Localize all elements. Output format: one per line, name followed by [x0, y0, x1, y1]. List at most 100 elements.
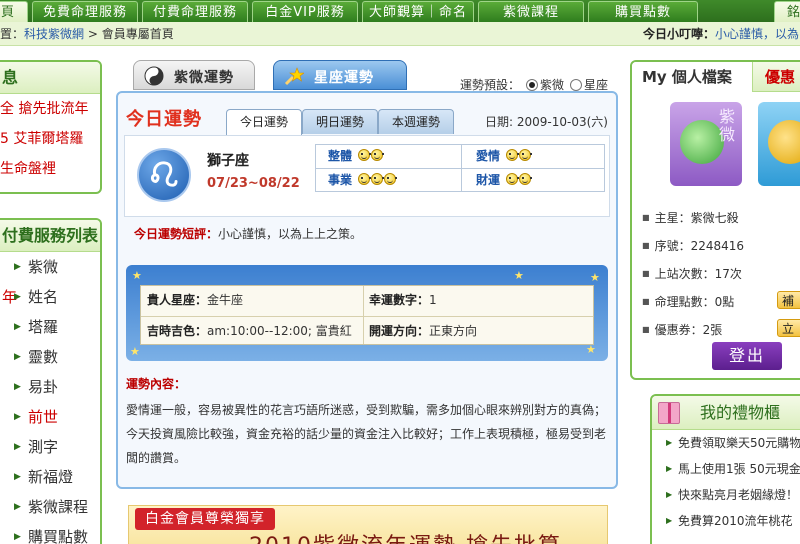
- smiley-icon: [519, 173, 533, 185]
- sparkle-icon: ★: [590, 271, 600, 284]
- noble-sign: 貴人星座：金牛座: [141, 286, 243, 315]
- paid-services-list: ▶ 紫微年 ▶ 姓名 ▶ 塔羅 ▶ 靈數 ▶ 易卦 ▶ 前世 ▶ 測字 ▶ 新福燈 ▶ 紫微課程 ▶ 購買點數: [0, 252, 100, 544]
- lucky-info-table: 貴人星座：金牛座 幸運數字：1 吉時吉色：am:10:00--12:00; 富貴…: [140, 285, 594, 345]
- gift-item-label: 免費算2010流年桃花: [678, 514, 793, 528]
- service-item[interactable]: ▶ 新福燈: [0, 462, 100, 492]
- bullet-icon: ▶: [666, 490, 673, 499]
- vip-banner[interactable]: 白金會員尊榮獨享 2010紫微流年運勢 搶先批算: [128, 505, 608, 544]
- bullet-icon: ▶: [14, 382, 21, 392]
- tab-tomorrow[interactable]: 明日運勢: [302, 109, 378, 134]
- profile-row-value: 紫微七殺: [690, 211, 739, 225]
- lucky-number-label: 幸運數字：: [369, 293, 430, 307]
- tab-ziwei-fortune[interactable]: 紫微運勢: [133, 60, 255, 90]
- fortune-default-label: 運勢預設：: [460, 78, 521, 92]
- bullet-icon: ▶: [14, 412, 21, 422]
- use-coupon-button[interactable]: 立: [777, 319, 800, 337]
- left-info-link-3[interactable]: 生命盤裡: [0, 154, 100, 184]
- service-item[interactable]: ▶ 靈數: [0, 342, 100, 372]
- service-item[interactable]: ▶ 前世: [0, 402, 100, 432]
- gift-icon: [658, 402, 680, 424]
- avatar-secondary: [758, 102, 800, 186]
- nav-tab-vip[interactable]: 白金VIP服務: [252, 1, 358, 22]
- leo-zodiac-icon: [137, 148, 191, 202]
- fortune-career-label: 事業: [328, 173, 353, 187]
- daily-tip: 今日小叮嚀：小心謹慎，以為: [643, 22, 799, 46]
- left-info-link-1[interactable]: 全 搶先批流年: [0, 94, 100, 124]
- profile-row: ■ 序號：2248416: [642, 232, 800, 260]
- sign-name: 獅子座: [207, 153, 249, 169]
- service-item[interactable]: ▶ 紫微: [0, 252, 100, 282]
- smiley-icon: [384, 173, 398, 185]
- lucky-number: 幸運數字：1: [363, 286, 437, 315]
- sign-date-range: 07/23~08/22: [207, 176, 300, 191]
- gift-item-label: 馬上使用1張 50元現金: [678, 462, 800, 476]
- profile-row-value: 0點: [714, 295, 735, 309]
- lucky-info-box: ★ ★ ★ ★ ★ 貴人星座：金牛座 幸運數字：1 吉時吉色：am:10:00-…: [126, 265, 608, 361]
- service-item[interactable]: ▶ 塔羅: [0, 312, 100, 342]
- gift-item[interactable]: ▶ 馬上使用1張 50元現金: [652, 456, 800, 482]
- top-nav: 頁 免費命理服務 付費命理服務 白金VIP服務 大師覲算｜命名 紫微課程 購買點…: [0, 0, 800, 22]
- service-item[interactable]: ▶ 測字: [0, 432, 100, 462]
- logout-button[interactable]: 登出: [712, 342, 782, 370]
- bullet-icon: ▶: [666, 516, 673, 525]
- sparkle-icon: ★: [130, 345, 140, 358]
- service-item[interactable]: ▶ 購買點數: [0, 522, 100, 544]
- fortune-panel: 今日運勢 今日運勢 明日運勢 本週運勢 日期: 2009-10-03(六) 獅子…: [116, 91, 618, 489]
- service-label: 姓名: [28, 288, 59, 306]
- noble-sign-label: 貴人星座：: [147, 293, 208, 307]
- radio-ziwei[interactable]: [526, 79, 539, 91]
- vip-banner-text: 2010紫微流年運勢 搶先批算: [249, 528, 562, 544]
- daily-tip-link[interactable]: 小心謹慎，以為: [715, 27, 799, 41]
- gift-item[interactable]: ▶ 免費領取樂天50元購物: [652, 430, 800, 456]
- gift-cabinet: 我的禮物櫃 ▶ 免費領取樂天50元購物 ▶ 馬上使用1張 50元現金 ▶ 快來點亮月老姻緣…: [650, 394, 800, 544]
- tab-this-week[interactable]: 本週運勢: [378, 109, 454, 134]
- profile-row-label: 序號：: [654, 239, 691, 253]
- tab-star-fortune[interactable]: 星座運勢: [273, 60, 407, 90]
- paid-services-title: 付費服務列表: [0, 220, 100, 252]
- nav-tab-more[interactable]: 銘: [774, 1, 800, 22]
- gift-item[interactable]: ▶ 快來點亮月老姻緣燈！: [652, 482, 800, 508]
- nav-tab-course[interactable]: 紫微課程: [478, 1, 584, 22]
- service-item[interactable]: 年 ▶ 姓名: [0, 282, 100, 312]
- career-smiley-icons: [358, 169, 398, 192]
- noble-sign-value: 金牛座: [207, 293, 244, 307]
- smiley-icon: [358, 149, 372, 161]
- gift-item[interactable]: ▶ 免費算2010流年桃花: [652, 508, 800, 534]
- radio-star[interactable]: [570, 79, 583, 91]
- bullet-icon: ▶: [14, 352, 21, 362]
- tab-my-profile[interactable]: My 個人檔案: [632, 62, 750, 92]
- nav-tab-home[interactable]: 頁: [0, 1, 28, 22]
- tab-coupons[interactable]: 優惠: [752, 62, 800, 92]
- overall-smiley-icons: [358, 145, 385, 168]
- lucky-direction: 開運方向：正東方向: [363, 317, 477, 346]
- nav-tab-master[interactable]: 大師覲算｜命名: [362, 1, 474, 22]
- tab-today[interactable]: 今日運勢: [226, 109, 302, 135]
- left-info-box: 息 全 搶先批流年 5 艾菲爾塔羅 生命盤裡: [0, 60, 102, 194]
- bullet-icon: ■: [642, 325, 650, 334]
- breadcrumb: 置：科技紫微網 > 會員專屬首頁: [0, 22, 174, 46]
- short-review-text: 小心謹慎，以為上上之策。: [218, 227, 363, 241]
- service-item[interactable]: ▶ 易卦: [0, 372, 100, 402]
- fortune-career: 事業: [328, 169, 398, 192]
- smiley-icon: [519, 149, 533, 161]
- breadcrumb-home-link[interactable]: 科技紫微網: [24, 27, 84, 41]
- bullet-icon: ▶: [14, 322, 21, 332]
- fortune-love: 愛情: [476, 145, 533, 168]
- nav-tab-buy-points[interactable]: 購買點數: [588, 1, 698, 22]
- tab-star-label: 星座運勢: [314, 70, 374, 86]
- nav-tab-free[interactable]: 免費命理服務: [32, 1, 138, 22]
- fortune-rating-grid: 整體 愛情 事業 財運: [315, 144, 605, 192]
- profile-row: ■ 主星：紫微七殺: [642, 204, 800, 232]
- smiley-icon: [371, 173, 385, 185]
- service-label: 紫微課程: [28, 498, 89, 516]
- tiger-icon: [768, 120, 800, 164]
- bullet-icon: ■: [642, 269, 650, 278]
- nav-tab-paid[interactable]: 付費命理服務: [142, 1, 248, 22]
- tab-ziwei-label: 紫微運勢: [174, 70, 234, 86]
- add-points-button[interactable]: 補: [777, 291, 800, 309]
- service-item[interactable]: ▶ 紫微課程: [0, 492, 100, 522]
- bullet-icon: ▶: [14, 442, 21, 452]
- left-info-link-2[interactable]: 5 艾菲爾塔羅: [0, 124, 100, 154]
- service-label: 新福燈: [28, 468, 74, 486]
- yin-yang-icon: [144, 66, 164, 86]
